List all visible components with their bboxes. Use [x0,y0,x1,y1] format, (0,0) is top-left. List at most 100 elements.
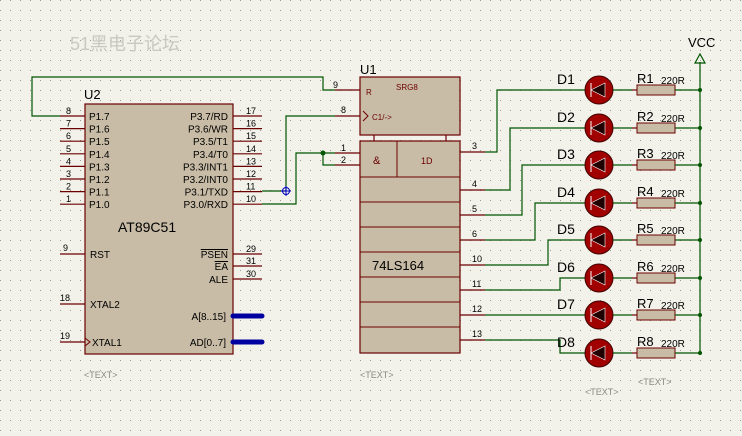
u2-right-pin-num: 16 [246,119,256,129]
led-ref: D2 [557,109,575,125]
led[interactable] [584,338,614,368]
u2-right-pin-name: P3.4/T0 [193,150,228,161]
led[interactable] [584,188,614,218]
u1-output-pin-num: 5 [472,204,477,214]
u2-left-pin-num: 3 [66,169,71,179]
led[interactable] [584,263,614,293]
led-ref: D3 [557,146,575,162]
u1-d-label: 1D [421,156,433,166]
vcc-label: VCC [688,35,715,50]
u2-right-pin-name: P3.2/INT0 [183,175,228,186]
u2-right-pin-name: P3.7/RD [190,112,228,123]
u2-left-pin-name: P1.6 [89,125,110,136]
u1-output-pin-num: 3 [472,141,477,151]
resistor-ref: R1 [637,71,654,86]
u2-right-pin-num: 10 [246,194,256,204]
u2-left-pin-num: 2 [66,182,71,192]
u2-ea-num: 31 [246,256,256,266]
u2-xtal2-num: 18 [60,293,70,303]
u1-title: SRG8 [396,83,418,92]
u2-right-pin-num: 17 [246,106,256,116]
u1-pin1-num: 1 [341,143,346,153]
led[interactable] [584,150,614,180]
u2-right-pin-num: 15 [246,131,256,141]
u2-left-pin-name: P1.7 [89,112,110,123]
led[interactable] [584,113,614,143]
led-ref: D7 [557,296,575,312]
u2-left-pin-num: 7 [66,119,71,129]
u1-r-name: R [366,88,372,97]
u2-rst-pin-num: 9 [63,243,68,253]
watermark: 51黑电子论坛 [70,34,180,54]
u2-text-tag: <TEXT> [84,370,118,380]
u1-and-label: & [373,155,381,167]
resistor-value: 220R [661,339,685,350]
u2-right-pin-name: P3.0/RXD [184,200,228,211]
u1-ref: U1 [360,62,377,77]
u2-right-pins: 17 P3.7/RD 16 P3.6/WR 15 P3.5/T1 14 P3.4/T0 13 P3… [183,106,262,211]
schematic-canvas: 51黑电子论坛 U2 AT89C51 <TEXT> 8 P1.7 7 P1.6 6 P1.… [0,0,742,436]
u2-ale-name: ALE [209,275,228,286]
u2-left-pin-name: P1.3 [89,162,110,173]
u2-rst-pin-name: RST [90,250,110,261]
u2-psen-num: 29 [246,244,256,254]
resistor-ref: R6 [637,259,654,274]
u2-bus-ad-label: AD[0..7] [190,338,226,349]
u1-text-tag: <TEXT> [360,370,394,380]
u2-right-pin-name: P3.3/INT1 [183,162,228,173]
resistor-value: 220R [661,76,685,87]
resistor-ref: R2 [637,109,654,124]
resistor-ref: R5 [637,221,654,236]
resistors-text-tag: <TEXT> [638,377,672,387]
led-ref: D4 [557,184,575,200]
resistor-value: 220R [661,301,685,312]
u2-left-pin-name: P1.2 [89,175,110,186]
u2-left-pin-num: 5 [66,144,71,154]
led[interactable] [584,75,614,105]
led-ref: D6 [557,259,575,275]
u1-pin9-num: 9 [333,80,338,90]
u2-xtal1-name: XTAL1 [92,338,122,349]
led-ref: D8 [557,334,575,350]
u1-output-pin-num: 13 [472,329,482,339]
u2-psen-name: PSEN [201,250,228,261]
resistor-value: 220R [661,114,685,125]
u2-left-pin-name: P1.4 [89,150,110,161]
resistor-ref: R3 [637,146,654,161]
u1-output-pin-num: 11 [472,279,481,289]
led-ref: D5 [557,221,575,237]
u2-right-pin-num: 12 [246,169,256,179]
leds-text-tag: <TEXT> [585,387,619,397]
u1-pin8-num: 8 [341,105,346,115]
u2-xtal2-name: XTAL2 [90,300,120,311]
resistor-value: 220R [661,226,685,237]
led[interactable] [584,225,614,255]
u2-left-pin-num: 1 [66,194,71,204]
u2-right-pin-name: P3.1/TXD [185,188,228,199]
u2-xtal1-num: 19 [60,331,70,341]
led-ref: D1 [557,71,575,87]
u2-right-pin-num: 13 [246,156,256,166]
resistor-ref: R8 [637,334,654,349]
junction-dot [320,150,326,156]
resistor-ref: R4 [637,184,654,199]
u2-bus-a-label: A[8..15] [192,312,227,323]
u2-part: AT89C51 [118,219,176,235]
u2-ale-num: 30 [246,269,256,279]
u2-left-pin-num: 8 [66,106,71,116]
u2-left-pin-name: P1.0 [89,200,110,211]
u1-part: 74LS164 [372,258,424,273]
u2-left-pin-num: 6 [66,131,71,141]
u1-output-pin-num: 10 [472,254,482,264]
u2-right-pin-name: P3.5/T1 [193,137,228,148]
u1-output-pin-num: 4 [472,179,477,189]
resistor-value: 220R [661,189,685,200]
resistor-value: 220R [661,264,685,275]
u2-right-pin-num: 11 [246,182,255,192]
led[interactable] [584,300,614,330]
u2-ea-name: EA [215,262,229,273]
resistor-ref: R7 [637,296,654,311]
u2-left-pin-name: P1.1 [89,188,110,199]
u2-right-pin-name: P3.6/WR [188,125,228,136]
u2-left-pin-name: P1.5 [89,137,110,148]
